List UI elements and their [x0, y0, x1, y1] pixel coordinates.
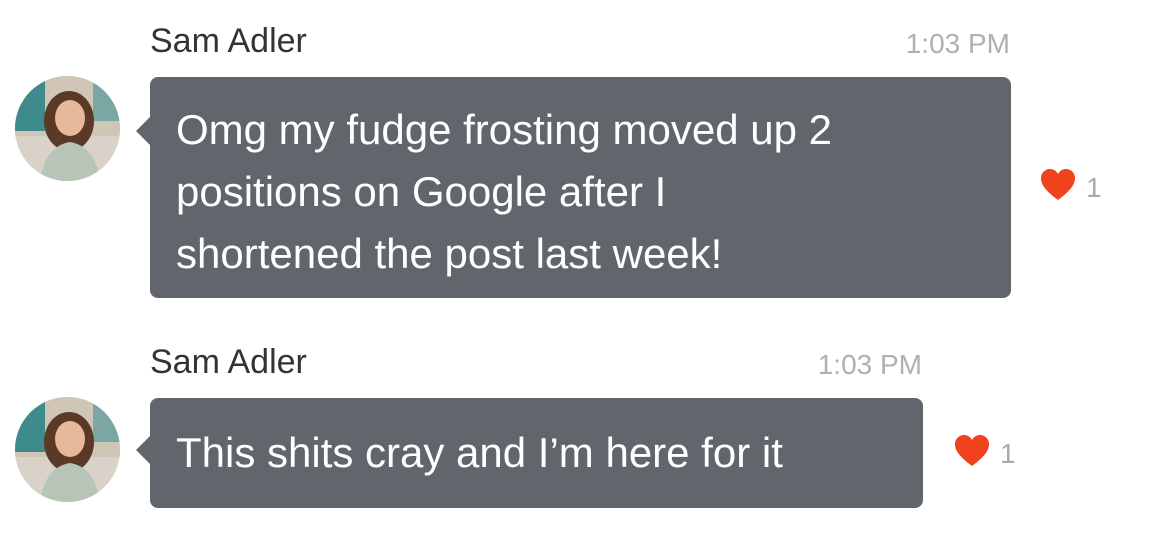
- heart-icon: [1040, 168, 1076, 207]
- message-timestamp: 1:03 PM: [817, 349, 922, 380]
- message-bubble[interactable]: This shits cray and I’m here for it: [136, 398, 923, 508]
- message-text: This shits cray and I’m here for it: [176, 429, 783, 476]
- sender-name[interactable]: Sam Adler: [150, 22, 307, 61]
- chat-thread: Sam Adler 1:03 PM Omg my fudge frosting …: [0, 0, 1174, 545]
- heart-icon: [954, 434, 990, 473]
- avatar[interactable]: [15, 76, 120, 181]
- reaction-count: 1: [1086, 171, 1102, 203]
- reaction-heart[interactable]: 1: [1040, 168, 1102, 207]
- avatar[interactable]: [15, 397, 120, 502]
- reaction-heart[interactable]: 1: [954, 434, 1016, 473]
- message-timestamp: 1:03 PM: [905, 28, 1010, 59]
- reaction-count: 1: [1000, 437, 1016, 469]
- message-text: Omg my fudge frosting moved up 2 positio…: [176, 106, 832, 277]
- sender-name[interactable]: Sam Adler: [150, 343, 307, 382]
- message-bubble[interactable]: Omg my fudge frosting moved up 2 positio…: [136, 77, 1011, 298]
